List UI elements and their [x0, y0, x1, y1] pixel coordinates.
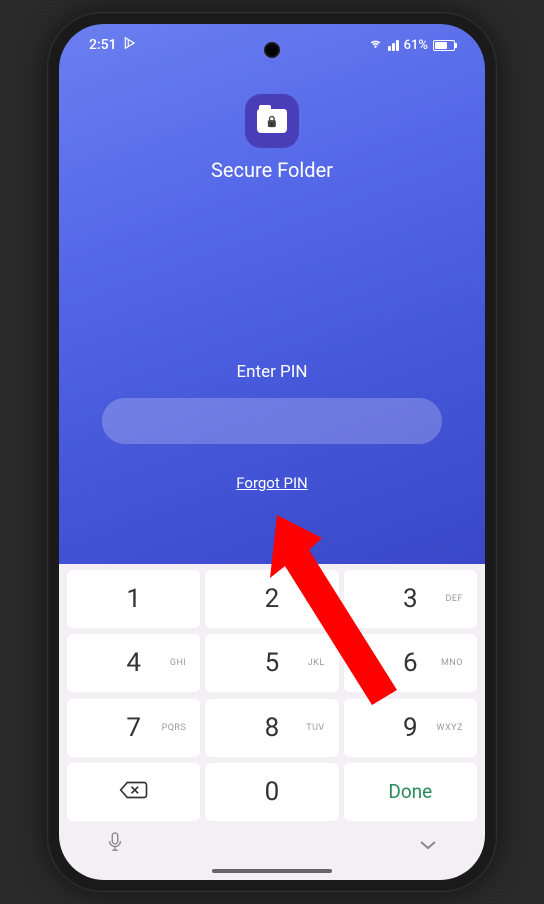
- pin-input[interactable]: [102, 398, 442, 444]
- battery-percentage: 61%: [404, 38, 428, 53]
- backspace-icon: [119, 777, 149, 807]
- chevron-down-icon[interactable]: [419, 835, 437, 854]
- key-9[interactable]: 9WXYZ: [344, 699, 477, 757]
- folder-lock-icon: [257, 109, 287, 133]
- phone-screen: 2:51 61% Secure Folder Enter PIN For: [59, 24, 485, 880]
- key-8[interactable]: 8TUV: [205, 699, 338, 757]
- key-5[interactable]: 5JKL: [205, 634, 338, 692]
- status-time: 2:51: [89, 37, 117, 53]
- forgot-pin-link[interactable]: Forgot PIN: [236, 474, 307, 492]
- signal-icon: [388, 39, 399, 51]
- numeric-keypad: 1 2ABC 3DEF 4GHI 5JKL 6MNO 7PQRS 8TUV 9W…: [59, 564, 485, 880]
- app-title: Secure Folder: [211, 158, 333, 182]
- camera-hole: [264, 42, 280, 58]
- wifi-icon: [368, 37, 383, 53]
- nav-bar[interactable]: [67, 862, 477, 880]
- key-2[interactable]: 2ABC: [205, 570, 338, 628]
- battery-icon: [433, 40, 455, 51]
- enter-pin-label: Enter PIN: [236, 362, 307, 382]
- key-3[interactable]: 3DEF: [344, 570, 477, 628]
- key-4[interactable]: 4GHI: [67, 634, 200, 692]
- phone-frame: 2:51 61% Secure Folder Enter PIN For: [47, 12, 497, 892]
- play-icon: [123, 36, 137, 54]
- key-done[interactable]: Done: [344, 763, 477, 821]
- secure-folder-app-icon: [245, 94, 299, 148]
- secure-folder-lock-screen: Secure Folder Enter PIN Forgot PIN: [59, 24, 485, 564]
- key-7[interactable]: 7PQRS: [67, 699, 200, 757]
- key-1[interactable]: 1: [67, 570, 200, 628]
- key-6[interactable]: 6MNO: [344, 634, 477, 692]
- key-backspace[interactable]: [67, 763, 200, 821]
- key-0[interactable]: 0: [205, 763, 338, 821]
- mic-icon[interactable]: [107, 832, 123, 856]
